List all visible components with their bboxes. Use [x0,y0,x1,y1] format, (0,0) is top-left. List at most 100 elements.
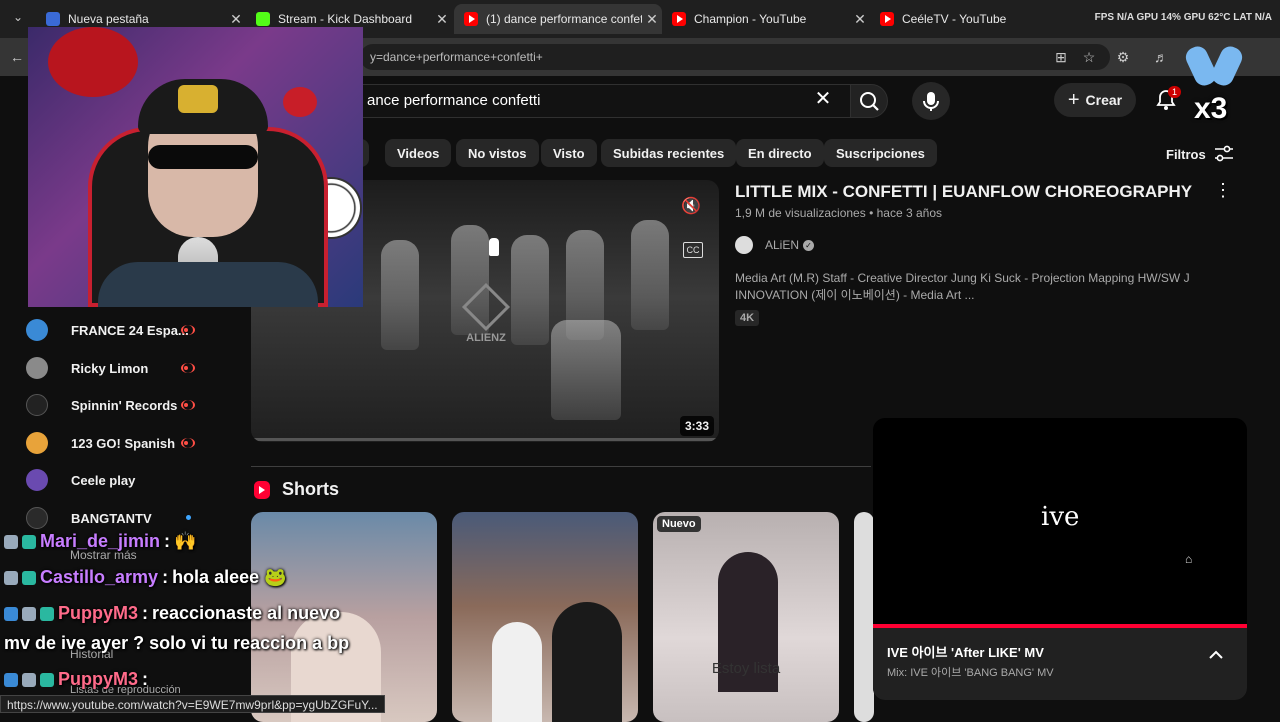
search-button[interactable] [850,84,888,118]
avatar [26,432,48,454]
channel-name: ALiEN [765,238,800,252]
system-stats: FPS N/A GPU 14% GPU 62°C LAT N/A [1094,12,1272,23]
alienz-logo: ALIENZ [456,282,516,344]
tab-title: (1) dance performance confetti [486,12,642,26]
video-title[interactable]: LITTLE MIX - CONFETTI | EUANFLOW CHOREOG… [735,182,1192,202]
url-text: y=dance+performance+confetti+ [370,50,543,64]
dancer-figure [511,235,549,345]
clear-search-icon[interactable]: ✕ [812,88,834,110]
tab-youtube-search[interactable]: (1) dance performance confetti ✕ [454,4,662,34]
avatar [26,394,48,416]
video-progress-bar[interactable] [251,438,719,441]
chip-no-vistos[interactable]: No vistos [456,139,539,167]
chat-badge-icon [22,534,36,549]
sub-label: BANGTANTV [71,510,152,526]
chip-subidas-recientes[interactable]: Subidas recientes [601,139,737,167]
sidebar-sub-france24[interactable]: FRANCE 24 Espa... [26,318,195,342]
tab-actions-icon[interactable]: ⌄ [8,10,28,28]
youtube-icon [464,12,478,26]
chat-badge-icon [40,672,54,687]
live-icon [181,325,195,335]
voice-search-button[interactable] [912,82,950,120]
sidebar-sub-spinnin[interactable]: Spinnin' Records [26,393,195,417]
chat-separator: : [142,669,149,689]
video-description: Media Art (M.R) Staff - Creative Directo… [735,271,1190,302]
filters-sliders-icon [1214,145,1233,162]
miniplayer-title[interactable]: IVE 아이브 'After LIKE' MV [887,642,1044,661]
avatar [26,319,48,341]
filters-button[interactable]: Filtros [1166,145,1234,163]
sparkle-icon: ⌂ [1185,552,1193,566]
miniplayer-info: IVE 아이브 'After LIKE' MV Mix: IVE 아이브 'BA… [873,628,1247,700]
chat-text: 🙌 [174,531,197,551]
mouse-cursor [489,238,499,256]
apps-icon[interactable]: ⊞ [1052,48,1070,66]
chat-username: Mari_de_jimin [40,531,161,551]
chat-text: reaccionaste al nuevo [152,603,341,623]
streamer-webcam [28,27,363,307]
chat-message-continuation: mv de ive ayer ? solo vi tu reaccion a b… [4,633,349,654]
mute-icon[interactable]: 🔇 [681,196,701,216]
microphone-icon [923,92,939,111]
chat-badge-icon [4,534,18,549]
close-icon[interactable]: ✕ [432,11,452,28]
short-figure [492,622,542,722]
live-icon [181,400,195,410]
chip-videos[interactable]: Videos [385,139,452,167]
chip-suscripciones[interactable]: Suscripciones [824,139,937,167]
short-caption: Estoy lista [711,660,781,677]
sidebar-sub-bangtantv[interactable]: BANGTANTV [26,506,191,530]
miniplayer[interactable]: ive ⌂ IVE 아이브 'After LIKE' MV Mix: IVE 아… [873,418,1247,700]
balloon [283,87,317,117]
search-box [340,84,850,118]
new-content-dot [186,515,191,520]
close-icon[interactable]: ✕ [850,11,870,28]
tab-ceeletv[interactable]: CeéleTV - YouTube [870,4,1040,34]
channel-avatar [735,236,753,254]
chat-badge-icon [22,672,36,687]
youtube-icon [672,12,686,26]
tab-champion[interactable]: Champion - YouTube ✕ [662,4,870,34]
chat-badge-icon [4,606,18,621]
short-card[interactable] [854,512,874,722]
captions-icon[interactable]: CC [683,242,703,258]
short-card[interactable]: Nuevo Estoy lista [653,512,839,722]
filters-label: Filtros [1166,146,1206,162]
cap-logo [178,85,218,113]
sidebar-sub-ceele-play[interactable]: Ceele play [26,468,135,492]
chat-username: PuppyM3 [58,603,139,623]
section-divider [251,466,871,467]
short-figure [552,602,622,722]
avatar [26,469,48,491]
shorts-title: Shorts [282,479,340,499]
chat-separator: : [162,567,169,587]
video-channel[interactable]: ALiEN ✓ [735,236,815,254]
close-icon[interactable]: ✕ [642,11,662,28]
address-bar[interactable]: y=dance+performance+confetti+ [360,44,1110,70]
chat-text: hola aleee 🐸 [172,567,287,587]
chat-separator: : [164,531,171,551]
extensions-icon[interactable]: ⚙ [1114,48,1132,66]
create-button[interactable]: + Crear [1054,83,1136,117]
clap-emote [1182,42,1246,92]
back-arrow-icon[interactable]: ← [8,48,26,66]
chip-visto[interactable]: Visto [541,139,597,167]
search-input[interactable] [367,92,797,109]
sidebar-sub-123go[interactable]: 123 GO! Spanish [26,431,195,455]
sub-label: FRANCE 24 Espa... [71,322,189,338]
short-card[interactable] [452,512,638,722]
sidebar-sub-ricky-limon[interactable]: Ricky Limon [26,356,195,380]
alienz-watermark: ALIENZ [466,332,506,344]
more-actions-icon[interactable]: ⋮ [1214,180,1232,201]
favorites-icon[interactable]: ♬ [1152,48,1170,66]
chip-en-directo[interactable]: En directo [736,139,824,167]
favorite-star-icon[interactable]: ☆ [1080,48,1098,66]
tab-title: Stream - Kick Dashboard [278,12,413,26]
miniplayer-subtitle: Mix: IVE 아이브 'BANG BANG' MV [887,667,1054,679]
chat-username: PuppyM3 [58,669,139,689]
kick-icon [256,12,270,26]
chevron-up-icon[interactable] [1207,646,1225,664]
notification-count-badge: 1 [1168,86,1182,98]
tab-title: CeéleTV - YouTube [902,12,1007,26]
close-icon[interactable]: ✕ [226,11,246,28]
